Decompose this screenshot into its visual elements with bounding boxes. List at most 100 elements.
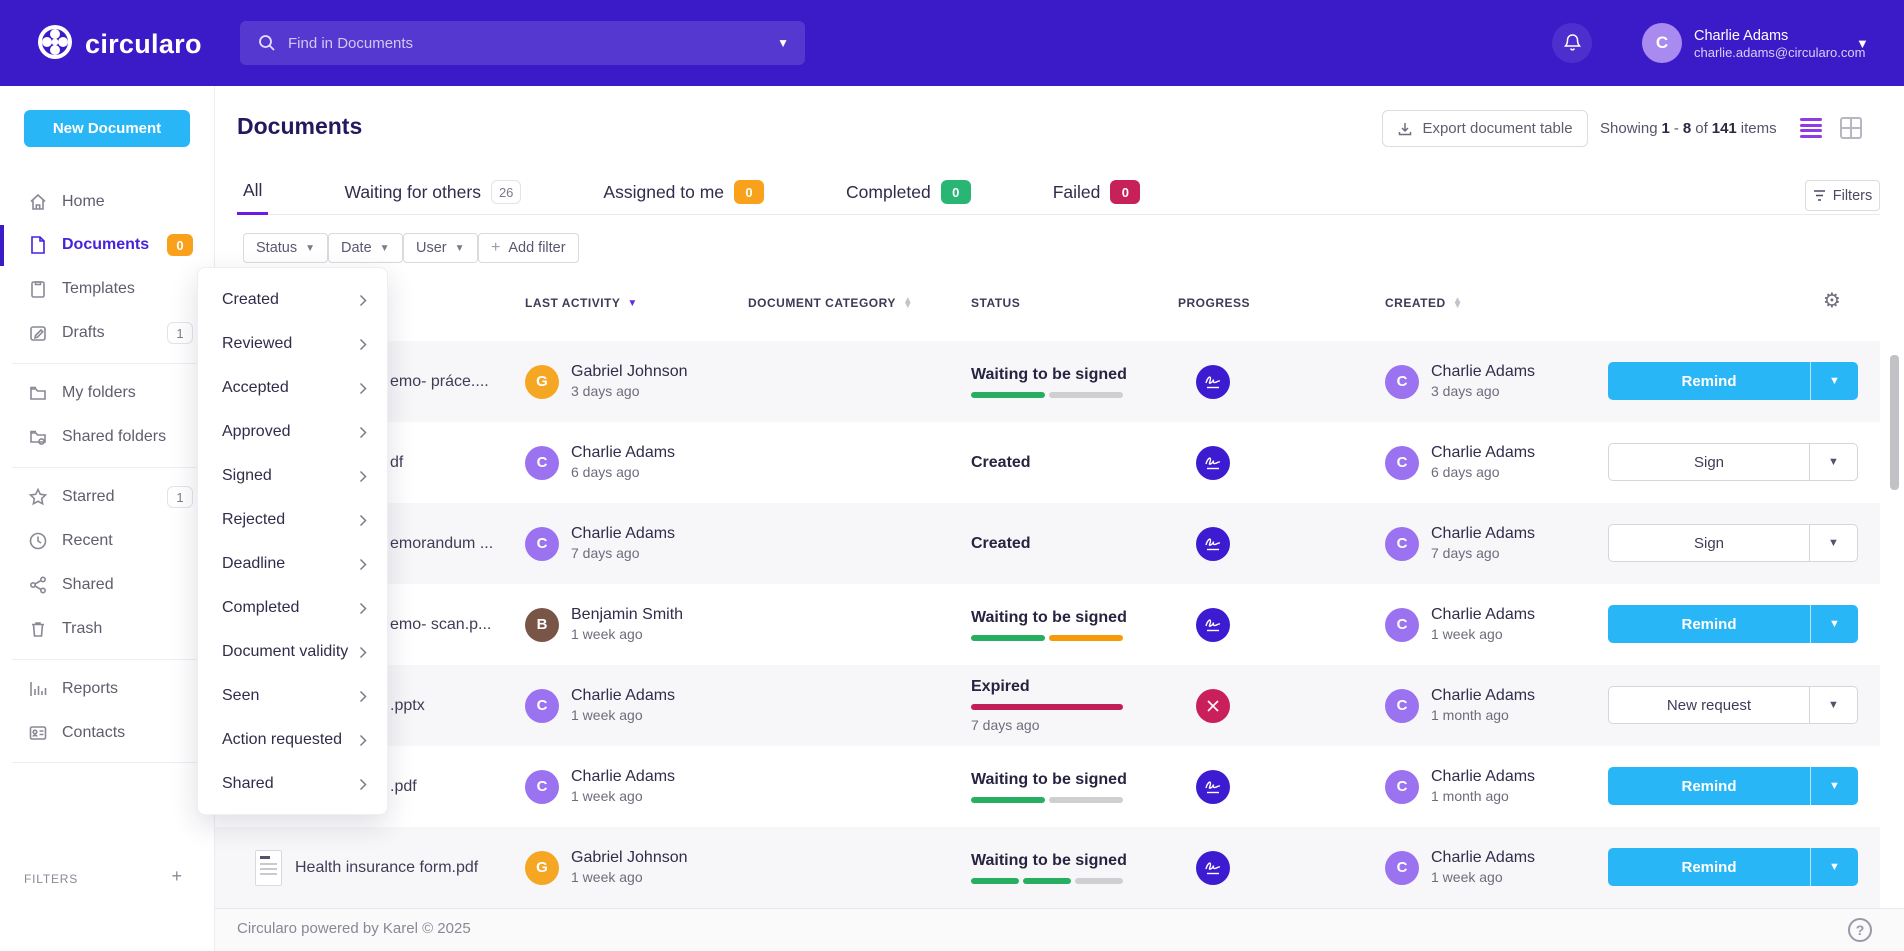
- table-row[interactable]: Health insurance form.pdf G Gabriel John…: [215, 827, 1880, 908]
- action-label[interactable]: Sign: [1609, 525, 1809, 561]
- sidebar-item-shared[interactable]: Shared: [0, 565, 215, 605]
- row-action-button[interactable]: Remind ▼: [1608, 767, 1858, 805]
- column-created[interactable]: CREATED▲▼: [1385, 296, 1463, 310]
- list-view-icon[interactable]: [1800, 118, 1822, 138]
- status-menu-item[interactable]: Accepted: [198, 366, 387, 410]
- progress-cell[interactable]: [1178, 827, 1248, 908]
- sidebar-item-recent[interactable]: Recent: [0, 521, 215, 561]
- date-filter-chip[interactable]: Date▼: [328, 233, 403, 263]
- export-document-table-button[interactable]: Export document table: [1382, 110, 1588, 147]
- grid-view-icon[interactable]: [1840, 117, 1862, 139]
- chevron-right-icon: [359, 470, 367, 483]
- table-row[interactable]: .pptx C Charlie Adams1 week ago Expired …: [215, 665, 1880, 746]
- action-label[interactable]: Remind: [1608, 848, 1810, 886]
- filters-button[interactable]: Filters: [1805, 180, 1880, 211]
- status-menu-item[interactable]: Document validity: [198, 630, 387, 674]
- progress-cell[interactable]: [1178, 746, 1248, 827]
- row-action-button[interactable]: Remind ▼: [1608, 848, 1858, 886]
- user-info[interactable]: Charlie Adams charlie.adams@circularo.co…: [1694, 27, 1865, 61]
- progress-cell[interactable]: [1178, 584, 1248, 665]
- tab-waiting-for-others[interactable]: Waiting for others26: [338, 170, 527, 215]
- row-action-button[interactable]: Sign ▼: [1608, 443, 1858, 481]
- sidebar-item-home[interactable]: Home: [0, 182, 215, 222]
- notifications-button[interactable]: [1552, 23, 1592, 63]
- status-menu-item[interactable]: Created: [198, 278, 387, 322]
- help-button[interactable]: ?: [1848, 918, 1872, 942]
- action-label[interactable]: Remind: [1608, 767, 1810, 805]
- row-action-button[interactable]: Sign ▼: [1608, 524, 1858, 562]
- table-row[interactable]: emo- práce.... G Gabriel Johnson3 days a…: [215, 341, 1880, 422]
- progress-status-icon[interactable]: [1196, 527, 1230, 561]
- table-row[interactable]: df C Charlie Adams6 days ago Created C: [215, 422, 1880, 503]
- tab-assigned-to-me[interactable]: Assigned to me0: [597, 170, 770, 215]
- action-label[interactable]: Remind: [1608, 362, 1810, 400]
- sidebar-item-templates[interactable]: Templates: [0, 269, 215, 309]
- status-menu-item[interactable]: Action requested: [198, 718, 387, 762]
- sidebar-item-reports[interactable]: Reports: [0, 669, 215, 709]
- progress-status-icon[interactable]: [1196, 608, 1230, 642]
- status-menu-item[interactable]: Reviewed: [198, 322, 387, 366]
- table-row[interactable]: emorandum ... C Charlie Adams7 days ago …: [215, 503, 1880, 584]
- global-search[interactable]: ▼: [240, 21, 805, 65]
- tab-completed[interactable]: Completed0: [840, 170, 977, 215]
- sidebar-item-my-folders[interactable]: My folders: [0, 373, 215, 413]
- sidebar-item-starred[interactable]: Starred 1: [0, 477, 215, 517]
- action-label[interactable]: Sign: [1609, 444, 1809, 480]
- progress-cell[interactable]: [1178, 341, 1248, 422]
- add-filter-chip[interactable]: +Add filter: [478, 233, 579, 263]
- scrollbar-thumb[interactable]: [1890, 355, 1899, 490]
- progress-cell[interactable]: [1178, 422, 1248, 503]
- action-dropdown-caret-icon[interactable]: ▼: [1810, 848, 1858, 886]
- sidebar-item-drafts[interactable]: Drafts 1: [0, 313, 215, 353]
- user-filter-chip[interactable]: User▼: [403, 233, 478, 263]
- status-menu-item[interactable]: Seen: [198, 674, 387, 718]
- progress-cell[interactable]: [1178, 665, 1248, 746]
- column-progress[interactable]: PROGRESS: [1178, 296, 1250, 310]
- new-document-button[interactable]: New Document: [24, 110, 190, 147]
- search-input[interactable]: [276, 35, 777, 52]
- status-filter-chip[interactable]: Status▼: [243, 233, 328, 263]
- progress-cell[interactable]: [1178, 503, 1248, 584]
- row-action-button[interactable]: Remind ▼: [1608, 605, 1858, 643]
- brand-logo[interactable]: circularo: [36, 23, 202, 66]
- status-menu-item[interactable]: Approved: [198, 410, 387, 454]
- column-document-category[interactable]: DOCUMENT CATEGORY▲▼: [748, 296, 913, 310]
- progress-status-icon[interactable]: [1196, 851, 1230, 885]
- action-dropdown-caret-icon[interactable]: ▼: [1810, 605, 1858, 643]
- table-row[interactable]: emo- scan.p... B Benjamin Smith1 week ag…: [215, 584, 1880, 665]
- search-scope-caret-icon[interactable]: ▼: [777, 36, 789, 50]
- sidebar-item-shared-folders[interactable]: Shared folders: [0, 417, 215, 457]
- user-menu-caret-icon[interactable]: ▼: [1856, 36, 1869, 51]
- document-name-cell[interactable]: Health insurance form.pdf: [215, 827, 525, 908]
- action-dropdown-caret-icon[interactable]: ▼: [1809, 525, 1857, 561]
- action-dropdown-caret-icon[interactable]: ▼: [1810, 362, 1858, 400]
- tab-failed[interactable]: Failed0: [1047, 170, 1147, 215]
- user-avatar[interactable]: C: [1642, 23, 1682, 63]
- status-menu-item[interactable]: Deadline: [198, 542, 387, 586]
- status-menu-item[interactable]: Signed: [198, 454, 387, 498]
- table-row[interactable]: .pdf C Charlie Adams1 week ago Waiting t…: [215, 746, 1880, 827]
- action-label[interactable]: New request: [1609, 687, 1809, 723]
- progress-status-icon[interactable]: [1196, 770, 1230, 804]
- status-menu-item[interactable]: Completed: [198, 586, 387, 630]
- action-cell: Remind ▼: [1608, 848, 1858, 886]
- tab-all[interactable]: All: [237, 170, 268, 215]
- sidebar-item-contacts[interactable]: Contacts: [0, 713, 215, 753]
- table-settings-gear-icon[interactable]: ⚙: [1823, 288, 1841, 313]
- action-dropdown-caret-icon[interactable]: ▼: [1810, 767, 1858, 805]
- row-action-button[interactable]: Remind ▼: [1608, 362, 1858, 400]
- status-menu-item[interactable]: Rejected: [198, 498, 387, 542]
- status-menu-item[interactable]: Shared: [198, 762, 387, 806]
- action-label[interactable]: Remind: [1608, 605, 1810, 643]
- progress-status-icon[interactable]: [1196, 446, 1230, 480]
- progress-status-icon[interactable]: [1196, 689, 1230, 723]
- add-filter-plus-icon[interactable]: +: [171, 866, 182, 887]
- column-status[interactable]: STATUS: [971, 296, 1020, 310]
- action-dropdown-caret-icon[interactable]: ▼: [1809, 687, 1857, 723]
- sidebar-item-documents[interactable]: Documents 0: [0, 225, 215, 265]
- action-dropdown-caret-icon[interactable]: ▼: [1809, 444, 1857, 480]
- sidebar-item-trash[interactable]: Trash: [0, 609, 215, 649]
- row-action-button[interactable]: New request ▼: [1608, 686, 1858, 724]
- column-last-activity[interactable]: LAST ACTIVITY▼: [525, 296, 638, 310]
- progress-status-icon[interactable]: [1196, 365, 1230, 399]
